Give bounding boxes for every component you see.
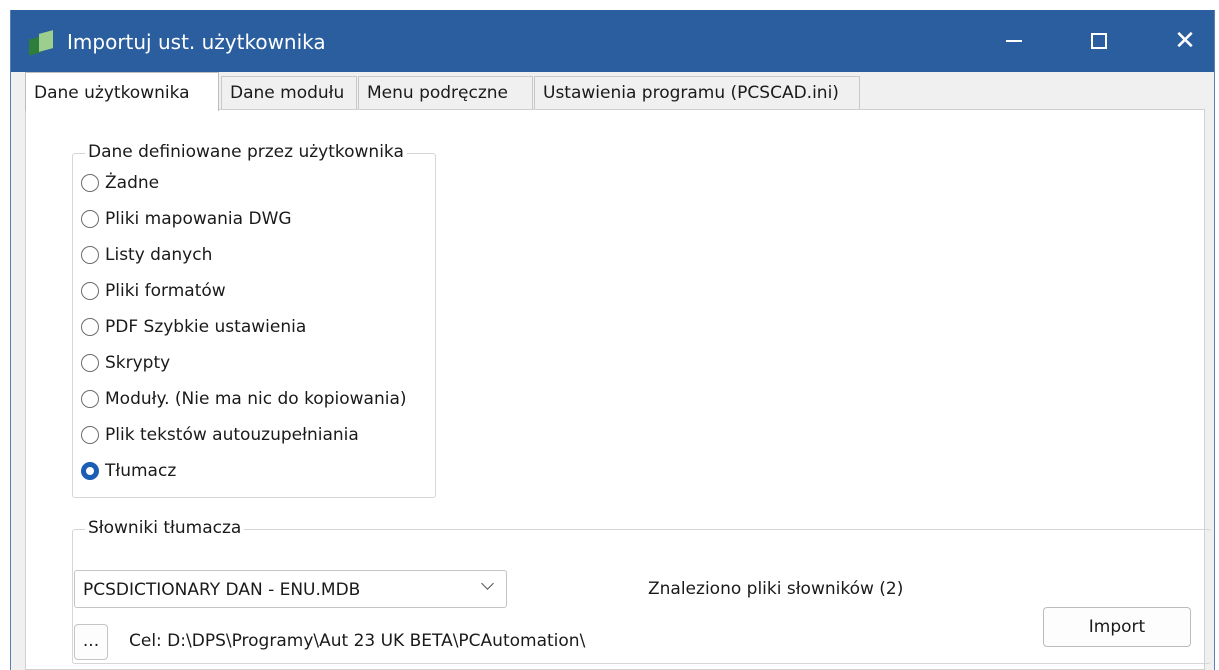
minimize-icon — [1006, 40, 1022, 42]
app-icon — [29, 30, 55, 56]
tab-program-settings[interactable]: Ustawienia programu (PCSCAD.ini) — [534, 76, 860, 109]
minimize-button[interactable] — [974, 10, 1054, 72]
import-button[interactable]: Import — [1043, 607, 1191, 647]
radio-icon[interactable] — [81, 354, 99, 372]
option-label: Moduły. (Nie ma nic do kopiowania) — [105, 389, 407, 409]
radio-icon[interactable] — [81, 426, 99, 444]
user-data-group: Dane definiowane przez użytkownika Żadne… — [72, 142, 436, 498]
radio-icon[interactable] — [81, 282, 99, 300]
radio-icon[interactable] — [81, 318, 99, 336]
option-modules[interactable]: Moduły. (Nie ma nic do kopiowania) — [81, 389, 407, 409]
option-label: PDF Szybkie ustawienia — [105, 317, 307, 337]
option-format-files[interactable]: Pliki formatów — [81, 281, 226, 301]
tab-context-menu[interactable]: Menu podręczne — [358, 76, 533, 109]
tab-user-data[interactable]: Dane użytkownika — [25, 72, 219, 111]
option-label: Listy danych — [105, 245, 213, 265]
maximize-button[interactable] — [1059, 10, 1139, 72]
maximize-icon — [1091, 33, 1107, 49]
dictionaries-group-title: Słowniki tłumacza — [85, 518, 245, 538]
option-translator[interactable]: Tłumacz — [81, 461, 176, 481]
close-icon: ✕ — [1174, 26, 1196, 56]
found-dictionaries-text: Znaleziono pliki słowników (2) — [648, 579, 904, 599]
user-data-group-title: Dane definiowane przez użytkownika — [85, 142, 407, 162]
radio-icon[interactable] — [81, 210, 99, 228]
dictionary-select-value: PCSDICTIONARY DAN - ENU.MDB — [83, 580, 361, 600]
tab-module-data[interactable]: Dane modułu — [221, 76, 357, 109]
window-title: Importuj ust. użytkownika — [67, 30, 326, 54]
radio-checked-icon[interactable] — [81, 462, 99, 480]
radio-icon[interactable] — [81, 174, 99, 192]
option-dwg-mapping[interactable]: Pliki mapowania DWG — [81, 209, 292, 229]
import-settings-window: Importuj ust. użytkownika ✕ Dane użytkow… — [10, 10, 1215, 670]
option-data-lists[interactable]: Listy danych — [81, 245, 212, 265]
option-label: Skrypty — [105, 353, 171, 373]
dictionary-select[interactable]: PCSDICTIONARY DAN - ENU.MDB — [74, 570, 507, 608]
chevron-down-icon — [481, 577, 494, 590]
radio-icon[interactable] — [81, 246, 99, 264]
option-autocomplete-texts[interactable]: Plik tekstów autouzupełniania — [81, 425, 359, 445]
option-scripts[interactable]: Skrypty — [81, 353, 170, 373]
close-button[interactable]: ✕ — [1145, 10, 1219, 72]
radio-icon[interactable] — [81, 390, 99, 408]
tab-panel-user-data: Dane definiowane przez użytkownika Żadne… — [25, 109, 1211, 670]
tab-bar: Dane użytkownika Dane modułu Menu podręc… — [25, 72, 1205, 111]
option-label: Pliki mapowania DWG — [105, 209, 292, 229]
option-none[interactable]: Żadne — [81, 173, 159, 193]
browse-button[interactable]: ... — [74, 624, 108, 660]
option-label: Żadne — [105, 173, 160, 193]
target-path: Cel: D:\DPS\Programy\Aut 23 UK BETA\PCAu… — [129, 631, 586, 651]
option-label: Tłumacz — [105, 461, 177, 481]
option-label: Pliki formatów — [105, 281, 226, 301]
title-bar[interactable]: Importuj ust. użytkownika ✕ — [11, 10, 1214, 72]
option-label: Plik tekstów autouzupełniania — [105, 425, 359, 445]
option-pdf-quick-settings[interactable]: PDF Szybkie ustawienia — [81, 317, 306, 337]
